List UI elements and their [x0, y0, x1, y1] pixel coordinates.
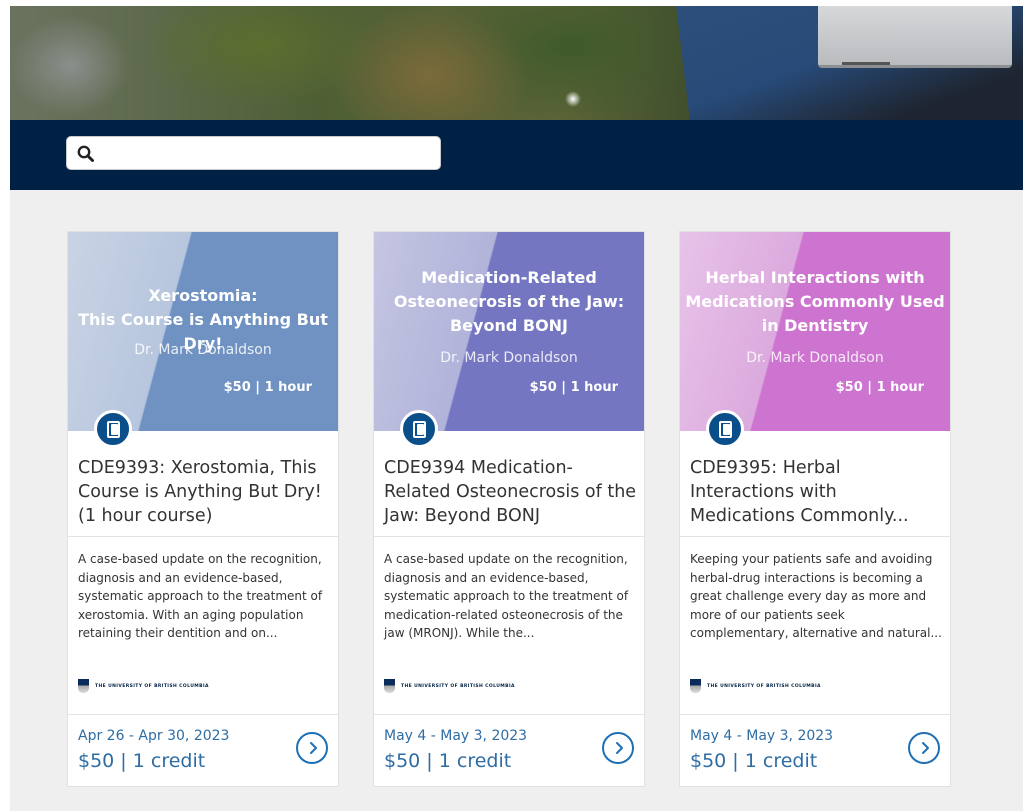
book-icon — [706, 410, 744, 448]
search-input[interactable] — [101, 142, 431, 164]
banner-instructor: Dr. Mark Donaldson — [134, 342, 272, 358]
divider — [374, 536, 644, 537]
ubc-crest-icon — [78, 679, 89, 693]
search-box[interactable] — [66, 136, 441, 170]
banner-title-line: Beyond BONJ — [449, 316, 569, 335]
search-icon — [77, 145, 94, 162]
banner-price: $50 | 1 hour — [529, 380, 618, 395]
banner-title-line: Herbal Interactions with — [705, 268, 925, 287]
ubc-logo: THE UNIVERSITY OF BRITISH COLUMBIA — [384, 678, 515, 694]
banner-title-line: Medication-Related — [421, 268, 597, 287]
open-course-button[interactable] — [908, 732, 940, 764]
course-description: A case-based update on the recognition, … — [78, 552, 323, 640]
provider-name: THE UNIVERSITY OF BRITISH COLUMBIA — [401, 683, 515, 689]
banner-instructor: Dr. Mark Donaldson — [440, 350, 578, 366]
open-course-button[interactable] — [602, 732, 634, 764]
course-banner[interactable]: Medication-Related Osteonecrosis of the … — [374, 232, 644, 431]
banner-title-line: Medications Commonly Used — [685, 292, 945, 311]
divider — [68, 536, 338, 537]
hero-banner-image — [10, 6, 1023, 120]
chevron-right-icon — [616, 742, 623, 754]
course-card[interactable]: Herbal Interactions with Medications Com… — [679, 231, 951, 787]
course-description: A case-based update on the recognition, … — [384, 552, 629, 640]
chevron-right-icon — [310, 742, 317, 754]
course-banner[interactable]: Herbal Interactions with Medications Com… — [680, 232, 950, 431]
banner-price: $50 | 1 hour — [835, 380, 924, 395]
divider — [680, 714, 950, 715]
chevron-right-icon — [922, 742, 929, 754]
course-dates: May 4 - May 3, 2023 — [384, 728, 528, 744]
divider — [68, 714, 338, 715]
course-title[interactable]: CDE9394 Medication-Related Osteonecrosis… — [384, 456, 638, 528]
banner-title-line: in Dentistry — [761, 316, 869, 335]
course-dates: May 4 - May 3, 2023 — [690, 728, 834, 744]
course-dates: Apr 26 - Apr 30, 2023 — [78, 728, 230, 744]
course-card[interactable]: Medication-Related Osteonecrosis of the … — [373, 231, 645, 787]
course-description: Keeping your patients safe and avoiding … — [690, 552, 942, 640]
course-banner[interactable]: Xerostomia: This Course is Anything But … — [68, 232, 338, 431]
banner-instructor: Dr. Mark Donaldson — [746, 350, 884, 366]
book-icon — [400, 410, 438, 448]
search-bar — [10, 120, 1023, 190]
divider — [374, 714, 644, 715]
course-title[interactable]: CDE9395: Herbal Interactions with Medica… — [690, 456, 944, 528]
ubc-logo: THE UNIVERSITY OF BRITISH COLUMBIA — [78, 678, 209, 694]
banner-title-line: Xerostomia: — [148, 286, 258, 305]
divider — [680, 536, 950, 537]
book-icon — [94, 410, 132, 448]
page-frame: Xerostomia: This Course is Anything But … — [10, 6, 1023, 811]
course-price-credit: $50 | 1 credit — [690, 750, 818, 772]
ubc-crest-icon — [690, 679, 701, 693]
course-price-credit: $50 | 1 credit — [384, 750, 512, 772]
hero-laptop-figure — [818, 6, 1012, 68]
provider-name: THE UNIVERSITY OF BRITISH COLUMBIA — [707, 683, 821, 689]
ubc-logo: THE UNIVERSITY OF BRITISH COLUMBIA — [690, 678, 821, 694]
banner-price: $50 | 1 hour — [223, 380, 312, 395]
open-course-button[interactable] — [296, 732, 328, 764]
course-card[interactable]: Xerostomia: This Course is Anything But … — [67, 231, 339, 787]
course-price-credit: $50 | 1 credit — [78, 750, 206, 772]
provider-name: THE UNIVERSITY OF BRITISH COLUMBIA — [95, 683, 209, 689]
hero-laptop-ports — [842, 62, 890, 65]
course-title[interactable]: CDE9393: Xerostomia, This Course is Anyt… — [78, 456, 332, 528]
banner-title-line: Osteonecrosis of the Jaw: — [393, 292, 625, 311]
ubc-crest-icon — [384, 679, 395, 693]
